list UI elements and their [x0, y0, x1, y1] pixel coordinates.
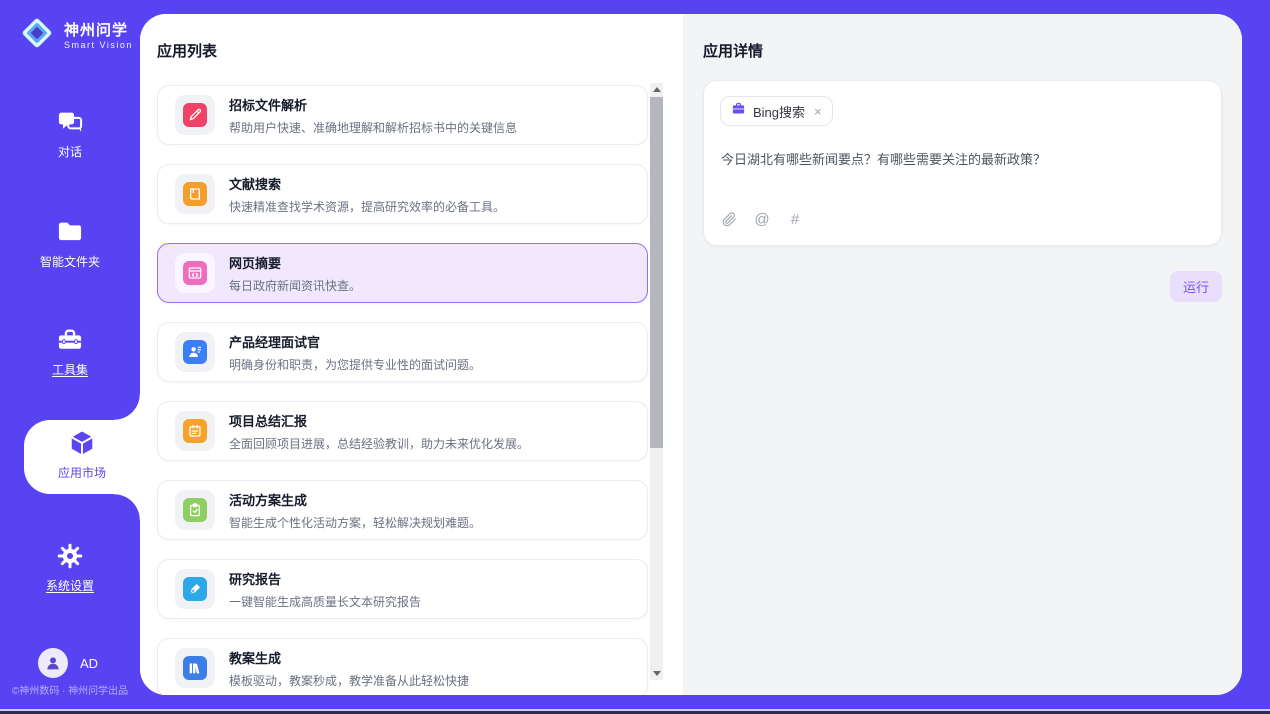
app-list-item[interactable]: 文献搜索 快速精准查找学术资源，提高研究效率的必备工具。 — [157, 164, 648, 224]
app-description: 每日政府新闻资讯快查。 — [229, 277, 361, 294]
cube-icon — [67, 428, 97, 458]
app-description: 明确身份和职责，为您提供专业性的面试问题。 — [229, 356, 481, 373]
app-list-item[interactable]: 教案生成 模板驱动，教案秒成，教学准备从此轻松快捷 — [157, 638, 648, 695]
main-content: 应用列表 招标文件解析 帮助用户快速、准确地理解和解析招标书中的关键信息 文献搜… — [140, 14, 1242, 695]
pen-icon — [183, 577, 207, 601]
app-name: 网页摘要 — [229, 253, 361, 272]
clipboard-check-icon — [183, 498, 207, 522]
scrollbar-thumb[interactable] — [650, 97, 663, 448]
sidebar-item-settings[interactable]: 系统设置 — [0, 542, 140, 595]
paperclip-icon[interactable] — [721, 211, 737, 227]
app-name: 教案生成 — [229, 648, 469, 667]
sidebar-item-label: 对话 — [58, 145, 82, 159]
input-toolbar: @ # — [721, 211, 803, 227]
sidebar-item-label: 应用市场 — [58, 466, 106, 480]
books-icon — [183, 656, 207, 680]
sidebar-item-label: 智能文件夹 — [40, 255, 100, 269]
app-list-item[interactable]: 项目总结汇报 全面回顾项目进展，总结经验教训，助力未来优化发展。 — [157, 401, 648, 461]
app-description: 一键智能生成高质量长文本研究报告 — [229, 593, 421, 610]
app-list-item[interactable]: 研究报告 一键智能生成高质量长文本研究报告 — [157, 559, 648, 619]
app-description: 帮助用户快速、准确地理解和解析招标书中的关键信息 — [229, 119, 517, 136]
app-detail-panel: 应用详情 Bing搜索 × 今日湖北有哪些新闻要点？有哪些需要关注的最新政策？ — [683, 14, 1242, 695]
copyright-footer: ©神州数码 · 神州问学出品 — [0, 682, 140, 697]
app-logo: 神州问学 Smart Vision — [18, 14, 133, 57]
app-name: 活动方案生成 — [229, 490, 481, 509]
app-detail-title: 应用详情 — [703, 40, 763, 61]
app-name: 招标文件解析 — [229, 95, 517, 114]
sidebar-item-app-market[interactable]: 应用市场 — [24, 420, 140, 494]
scrollbar-down-button[interactable] — [650, 667, 663, 680]
app-list-scrollbar[interactable] — [650, 83, 663, 680]
sidebar-item-label: 工具集 — [52, 363, 88, 377]
sidebar-item-smart-folder[interactable]: 智能文件夹 — [0, 218, 140, 271]
brand-name: 神州问学 — [64, 22, 133, 40]
app-name: 项目总结汇报 — [229, 411, 529, 430]
chat-icon — [56, 108, 84, 136]
interviewer-icon — [183, 340, 207, 364]
toolbox-icon — [56, 326, 84, 354]
avatar — [38, 648, 68, 678]
app-description: 快速精准查找学术资源，提高研究效率的必备工具。 — [229, 198, 505, 215]
book-icon — [183, 182, 207, 206]
app-list-item[interactable]: 网页摘要 每日政府新闻资讯快查。 — [157, 243, 648, 303]
sidebar-item-toolset[interactable]: 工具集 — [0, 326, 140, 379]
folder-icon — [56, 218, 84, 246]
brand-subtitle: Smart Vision — [64, 40, 133, 50]
hash-icon[interactable]: # — [787, 211, 803, 227]
app-list-title: 应用列表 — [157, 40, 217, 61]
query-text[interactable]: 今日湖北有哪些新闻要点？有哪些需要关注的最新政策？ — [721, 149, 1205, 168]
sidebar-item-label: 系统设置 — [46, 579, 94, 593]
close-icon[interactable]: × — [814, 105, 822, 118]
brand-diamond-icon — [18, 14, 56, 57]
tool-chip-bing-search[interactable]: Bing搜索 × — [720, 96, 833, 126]
run-button[interactable]: 运行 — [1170, 271, 1222, 302]
pencil-edit-icon — [183, 103, 207, 127]
scrollbar-up-button[interactable] — [650, 83, 663, 96]
arrow-down-icon — [653, 671, 661, 676]
app-description: 模板驱动，教案秒成，教学准备从此轻松快捷 — [229, 672, 469, 689]
notepad-icon — [183, 419, 207, 443]
app-name: 研究报告 — [229, 569, 421, 588]
app-description: 智能生成个性化活动方案，轻松解决规划难题。 — [229, 514, 481, 531]
user-account[interactable]: AD — [38, 648, 98, 678]
briefcase-icon — [731, 101, 746, 121]
app-list-item[interactable]: 活动方案生成 智能生成个性化活动方案，轻松解决规划难题。 — [157, 480, 648, 540]
tool-chip-label: Bing搜索 — [753, 102, 805, 121]
app-list-item[interactable]: 产品经理面试官 明确身份和职责，为您提供专业性的面试问题。 — [157, 322, 648, 382]
browser-code-icon — [183, 261, 207, 285]
app-description: 全面回顾项目进展，总结经验教训，助力未来优化发展。 — [229, 435, 529, 452]
sidebar: 神州问学 Smart Vision 对话 智能文件夹 — [0, 0, 140, 709]
app-list-item[interactable]: 招标文件解析 帮助用户快速、准确地理解和解析招标书中的关键信息 — [157, 85, 648, 145]
gear-icon — [56, 542, 84, 570]
at-icon[interactable]: @ — [754, 211, 770, 227]
arrow-up-icon — [653, 87, 661, 92]
sidebar-item-chat[interactable]: 对话 — [0, 108, 140, 161]
user-initials: AD — [80, 656, 98, 671]
app-name: 产品经理面试官 — [229, 332, 481, 351]
app-list-panel: 应用列表 招标文件解析 帮助用户快速、准确地理解和解析招标书中的关键信息 文献搜… — [140, 14, 683, 695]
prompt-input-card[interactable]: Bing搜索 × 今日湖北有哪些新闻要点？有哪些需要关注的最新政策？ @ # — [703, 80, 1222, 246]
app-name: 文献搜索 — [229, 174, 505, 193]
